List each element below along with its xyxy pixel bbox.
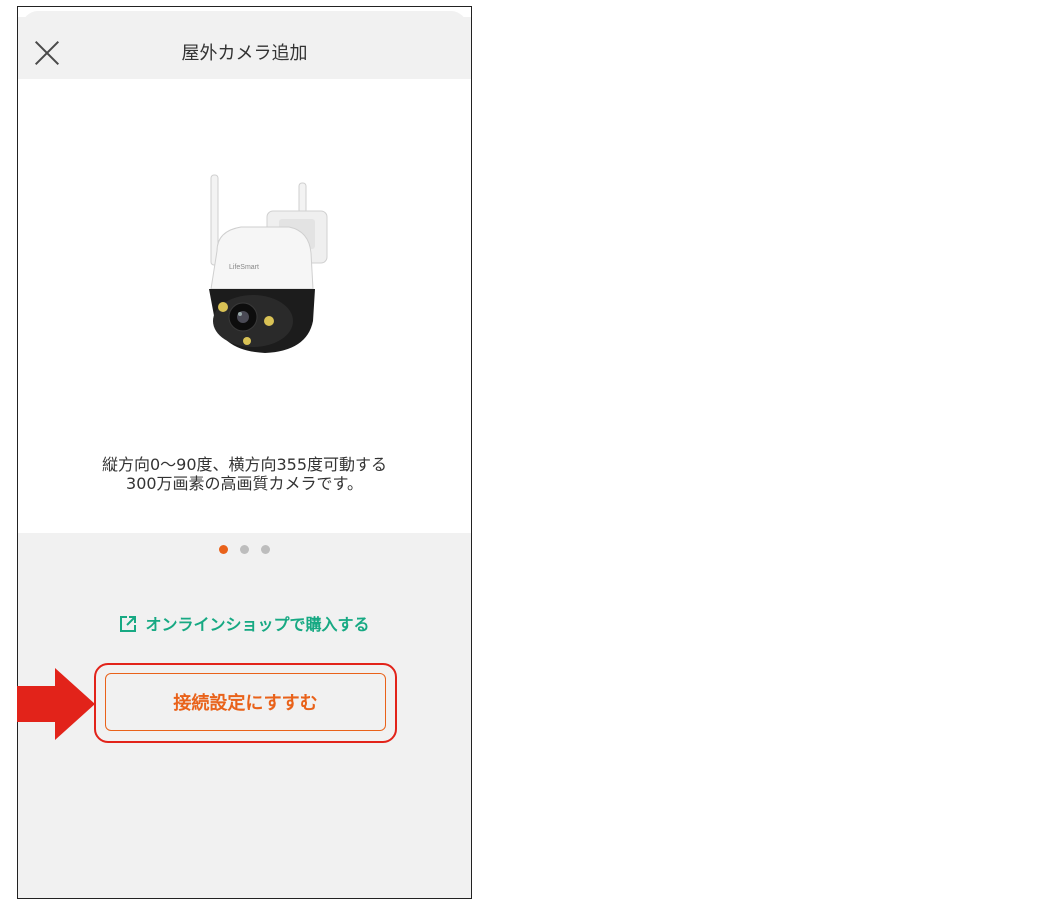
camera-image: LifeSmart — [209, 174, 328, 353]
header-bar: 屋外カメラ追加 — [18, 17, 471, 79]
external-link-icon — [120, 616, 137, 632]
online-shop-label: オンラインショップで購入する — [145, 615, 370, 634]
app-screen: 屋外カメラ追加 LifeSmart 縦方向0〜90度、横方向355度可動する 3… — [17, 6, 472, 899]
product-card: LifeSmart 縦方向0〜90度、横方向355度可動する 300万画素の高画… — [18, 79, 471, 533]
online-shop-link[interactable]: オンラインショップで購入する — [18, 611, 471, 635]
page-title: 屋外カメラ追加 — [181, 43, 308, 64]
carousel-dot[interactable] — [261, 545, 270, 554]
brand-label: LifeSmart — [229, 264, 259, 271]
annotation-arrow-icon — [17, 668, 95, 740]
carousel-dot[interactable] — [240, 545, 249, 554]
carousel-dot-active[interactable] — [219, 545, 228, 554]
product-description: 縦方向0〜90度、横方向355度可動する 300万画素の高画質カメラです。 — [18, 455, 471, 493]
proceed-to-setup-button[interactable]: 接続設定にすすむ — [105, 673, 386, 731]
description-line-2: 300万画素の高画質カメラです。 — [126, 474, 363, 493]
carousel-indicator — [18, 545, 471, 554]
description-line-1: 縦方向0〜90度、横方向355度可動する — [101, 455, 388, 474]
